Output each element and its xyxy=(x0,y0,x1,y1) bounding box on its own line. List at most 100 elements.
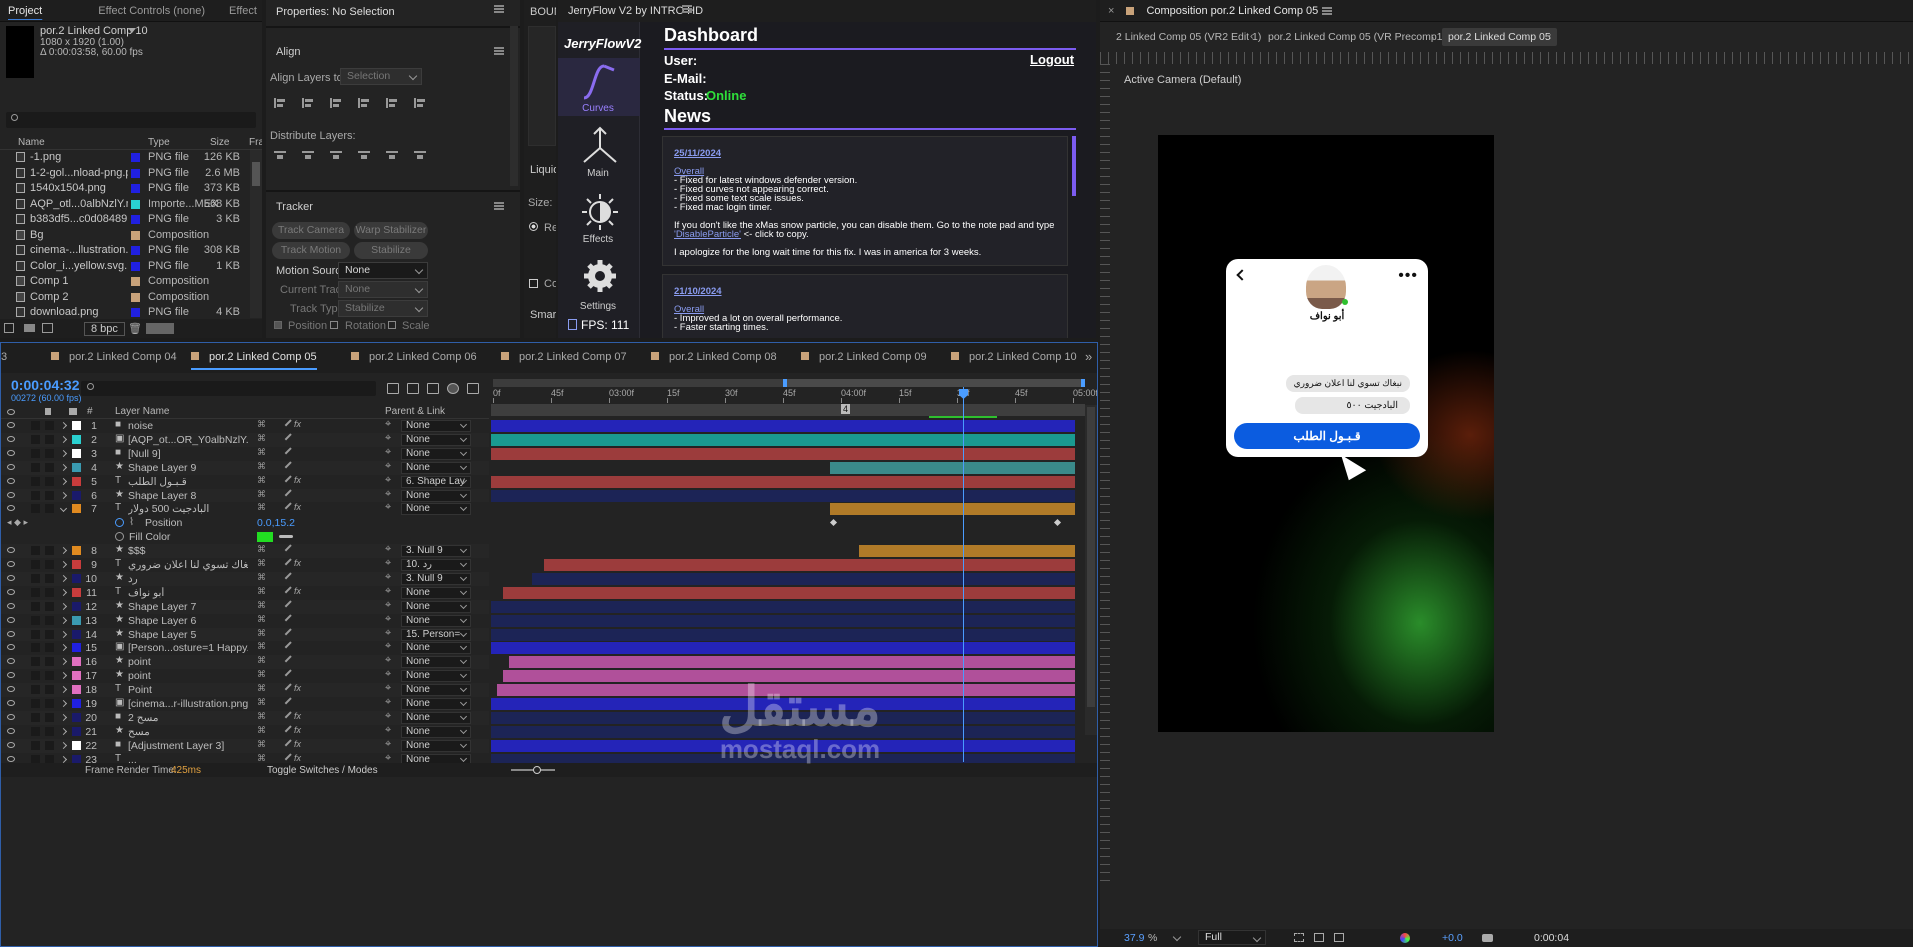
tab-project[interactable]: Project xyxy=(0,5,50,17)
layer-duration-bar[interactable] xyxy=(491,739,1075,752)
parent-select[interactable]: None xyxy=(401,586,471,599)
expand-chevron-icon[interactable] xyxy=(59,435,68,443)
expand-chevron-icon[interactable] xyxy=(59,463,68,471)
shy-switch-icon[interactable]: ⌘ xyxy=(257,669,266,680)
timeline-tab[interactable]: por.2 Linked Comp 08 xyxy=(651,351,777,367)
visibility-eye-icon[interactable] xyxy=(7,658,15,665)
shy-switch-icon[interactable]: ⌘ xyxy=(257,502,266,513)
parent-select[interactable]: None xyxy=(401,447,471,460)
solo-box[interactable] xyxy=(31,629,40,639)
label-color[interactable] xyxy=(72,490,81,500)
parent-select[interactable]: None xyxy=(401,489,471,502)
fill-color-swatch[interactable] xyxy=(257,532,273,543)
label-color[interactable] xyxy=(72,671,81,681)
solo-box[interactable] xyxy=(31,726,40,736)
expand-chevron-icon[interactable] xyxy=(59,699,68,708)
layer-name-header[interactable]: Layer Name xyxy=(115,406,169,417)
lock-box[interactable] xyxy=(45,657,54,667)
layer-row[interactable]: 10 ★ رد ⌘ ⌖ 3. Null 9 xyxy=(1,571,489,586)
settings-nav[interactable]: Settings xyxy=(558,258,640,314)
lock-box[interactable] xyxy=(45,699,54,708)
expand-chevron-icon[interactable] xyxy=(59,421,68,430)
layer-row[interactable]: 13 ★ Shape Layer 6 ⌘ ⌖ None xyxy=(1,613,489,628)
layer-duration-bar[interactable] xyxy=(531,572,1075,585)
layer-row[interactable]: 20 ■ مسح 2 ⌘ fx ⌖ None xyxy=(1,710,489,725)
track-motion-button[interactable]: Track Motion xyxy=(272,242,350,259)
layer-name[interactable]: Shape Layer 8 xyxy=(128,490,248,502)
shy-switch-icon[interactable]: ⌘ xyxy=(257,461,266,472)
quality-switch-icon[interactable] xyxy=(284,558,292,566)
parent-select[interactable]: None xyxy=(401,600,471,613)
shy-switch-icon[interactable]: ⌘ xyxy=(257,433,266,444)
lock-box[interactable] xyxy=(45,712,54,722)
layer-name[interactable]: Shape Layer 5 xyxy=(128,629,248,641)
parent-select[interactable]: None xyxy=(401,461,471,474)
timeline-tab[interactable]: por.2 Linked Comp 05 xyxy=(191,351,317,370)
label-color[interactable] xyxy=(72,643,81,653)
visibility-eye-icon[interactable] xyxy=(7,602,15,609)
layer-name[interactable]: [AQP_ot...OR_Y0albNzlY.mp4] xyxy=(128,434,248,446)
parent-select[interactable]: None xyxy=(401,739,471,752)
layer-row[interactable]: 8 ★ $$$ ⌘ ⌖ 3. Null 9 xyxy=(1,543,489,559)
co-checkbox[interactable] xyxy=(529,279,538,288)
jerry-menu-icon[interactable] xyxy=(682,5,692,13)
solo-box[interactable] xyxy=(31,490,40,500)
align-left-icon[interactable] xyxy=(274,96,286,108)
timeline-tab[interactable]: por.2 Linked Comp 06 xyxy=(351,351,477,367)
shy-switch-icon[interactable]: ⌘ xyxy=(257,572,266,583)
shy-switch-icon[interactable]: ⌘ xyxy=(257,725,266,736)
current-track-select[interactable]: None xyxy=(338,281,428,298)
col-name[interactable]: Name xyxy=(18,137,45,148)
fx-icon[interactable]: fx xyxy=(294,711,301,721)
project-item[interactable]: Bg Composition xyxy=(0,228,250,243)
fx-icon[interactable]: fx xyxy=(294,475,301,485)
label-color[interactable] xyxy=(72,573,81,583)
layer-row[interactable]: 15 ▣[Person...osture=1 Happy.png] ⌘ ⌖ None xyxy=(1,640,489,656)
tabs-overflow-icon[interactable]: » xyxy=(1085,349,1092,364)
parent-select[interactable]: 15. Person= xyxy=(401,628,471,641)
link-icon[interactable]: ⌖ xyxy=(385,627,391,640)
main-nav[interactable]: Main xyxy=(558,126,640,182)
label-color[interactable] xyxy=(72,434,81,444)
stopwatch-icon[interactable] xyxy=(115,532,124,542)
visibility-eye-icon[interactable] xyxy=(7,727,15,734)
layer-name[interactable]: point xyxy=(128,656,248,668)
layer-duration-bar[interactable] xyxy=(829,461,1075,474)
layer-row[interactable]: 7 T البادجيت 500 دولار ⌘ fx ⌖ None xyxy=(1,501,489,517)
link-icon[interactable]: ⌖ xyxy=(385,446,391,459)
parent-select[interactable]: None xyxy=(401,711,471,724)
lock-box[interactable] xyxy=(45,560,54,569)
shy-switch-icon[interactable]: ⌘ xyxy=(257,683,266,694)
timeline-tab[interactable]: por.2 Linked Comp 09 xyxy=(801,351,927,367)
quality-switch-icon[interactable] xyxy=(284,655,292,663)
quality-switch-icon[interactable] xyxy=(284,461,292,468)
toggle-switches-button[interactable]: Toggle Switches / Modes xyxy=(267,765,378,776)
solo-box[interactable] xyxy=(31,587,40,597)
link-icon[interactable]: ⌖ xyxy=(385,696,391,709)
label-swatch[interactable] xyxy=(131,199,140,209)
breadcrumb[interactable]: por.2 Linked Comp 05 (VR Precomp1) xyxy=(1268,31,1446,43)
link-icon[interactable]: ⌖ xyxy=(385,474,391,487)
timeline-scrollbar[interactable] xyxy=(1085,405,1097,735)
lock-box[interactable] xyxy=(45,448,54,458)
expand-chevron-icon[interactable] xyxy=(59,505,68,513)
dist-bottom-icon[interactable] xyxy=(330,150,342,162)
label-color[interactable] xyxy=(72,546,81,556)
visibility-eye-icon[interactable] xyxy=(7,700,15,706)
resolution-select[interactable]: Full xyxy=(1198,930,1266,945)
link-icon[interactable]: ⌖ xyxy=(385,682,391,695)
layer-row[interactable]: 16 ★ point ⌘ ⌖ None xyxy=(1,654,489,670)
quality-switch-icon[interactable] xyxy=(284,586,292,593)
lock-box[interactable] xyxy=(45,462,54,472)
region-icon[interactable] xyxy=(1294,933,1304,942)
layer-duration-bar[interactable] xyxy=(491,614,1075,627)
label-swatch[interactable] xyxy=(131,261,140,271)
quality-switch-icon[interactable] xyxy=(284,419,292,427)
solo-box[interactable] xyxy=(31,643,40,653)
project-item[interactable]: Comp 2 Composition xyxy=(0,290,250,305)
layer-row[interactable]: 12 ★ Shape Layer 7 ⌘ ⌖ None xyxy=(1,599,489,614)
graph-icon[interactable]: ⌇ xyxy=(129,516,134,528)
project-item[interactable]: 1-2-gol...nload-png.png PNG file 2.6 MB xyxy=(0,166,250,181)
trash-icon[interactable]: 🗑 xyxy=(128,322,142,335)
dist-left-icon[interactable] xyxy=(358,150,370,162)
